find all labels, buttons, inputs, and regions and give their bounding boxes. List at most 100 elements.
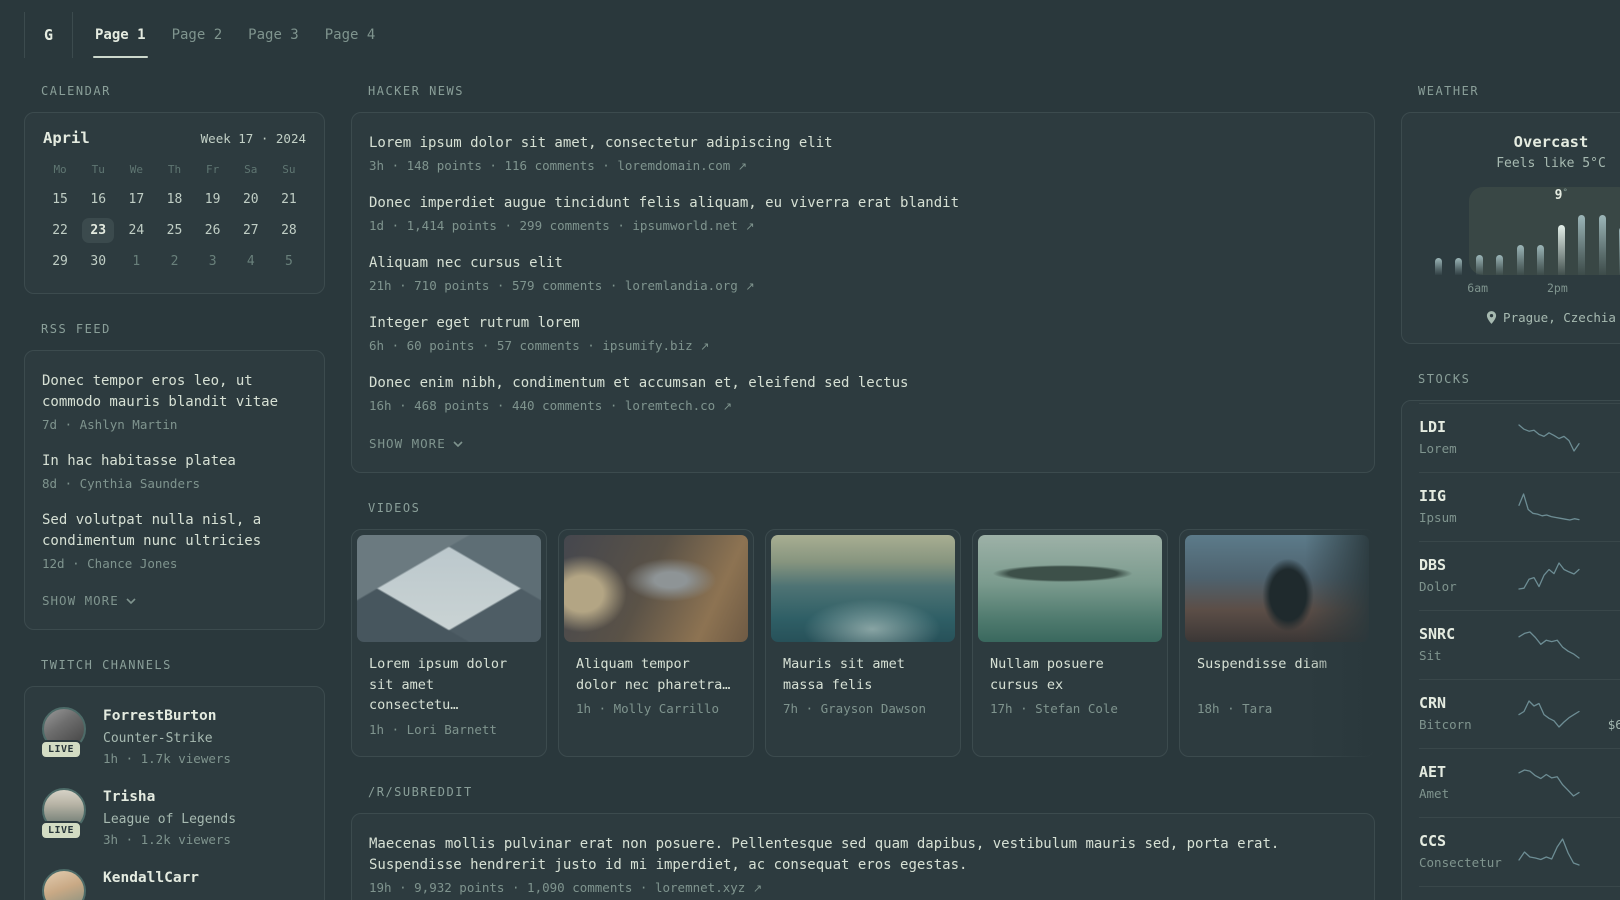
hackernews-item-domain[interactable]: ipsumify.biz: [602, 338, 692, 353]
calendar-day-cell: 5: [270, 246, 308, 277]
rss-item-title[interactable]: Sed volutpat nulla nisl, a condimentum n…: [42, 510, 307, 552]
stock-values: +0.51% $165.84: [1583, 832, 1620, 872]
rss-item-title[interactable]: Donec tempor eros leo, ut commodo mauris…: [42, 371, 307, 413]
hackernews-item-meta: 16h · 468 points · 440 comments · loremt…: [369, 396, 1357, 416]
external-link-icon: ↗: [722, 400, 732, 413]
stock-row[interactable]: LDI Lorem +4.35% $795.18: [1419, 403, 1620, 472]
page-tab[interactable]: Page 2: [170, 12, 225, 58]
page-tab[interactable]: Page 3: [246, 12, 301, 58]
stock-change: -1.00%: [1583, 694, 1620, 713]
stock-price: $156.28: [1583, 578, 1620, 596]
weather-feels-like: Feels like 5°C: [1496, 156, 1606, 171]
calendar-header: April Week 17 · 2024: [41, 129, 308, 147]
stock-row[interactable]: DBS Dolor +1.42% $156.28: [1419, 541, 1620, 610]
weekday-label: Tu: [91, 163, 105, 176]
page-tab-label: Page 4: [324, 27, 376, 43]
chevron-down-icon: [126, 597, 136, 604]
stocks-section-title: STOCKS: [1418, 372, 1471, 386]
videos-section-title: VIDEOS: [368, 501, 421, 515]
hackernews-widget: HACKER NEWS Lorem ipsum dolor sit amet, …: [351, 84, 1375, 473]
middle-column: HACKER NEWS Lorem ipsum dolor sit amet, …: [351, 84, 1375, 900]
weather-bar-column: [1449, 187, 1470, 275]
hackernews-item-domain[interactable]: ipsumworld.net: [632, 218, 737, 233]
stock-values: +1.36% $148.64: [1583, 625, 1620, 665]
hackernews-item-stats: 6h · 60 points · 57 comments ·: [369, 338, 595, 353]
page-tab-label: Page 3: [248, 27, 299, 43]
video-thumbnail: [1185, 535, 1369, 642]
stock-company: Sit: [1419, 648, 1442, 663]
subreddit-widget: /R/SUBREDDIT Maecenas mollis pulvinar er…: [351, 785, 1375, 900]
stock-sparkline: [1515, 699, 1583, 729]
hackernews-show-more-button[interactable]: SHOW MORE: [369, 436, 463, 451]
stock-values: +1.42% $156.28: [1583, 556, 1620, 596]
avatar-wrap: LIVE: [40, 707, 88, 759]
twitch-channel-list: LIVE ForrestBurton Counter-Strike 1h · 1…: [40, 707, 307, 900]
video-card[interactable]: Lorem ipsum dolor sit amet consectetu… 1…: [351, 529, 547, 757]
rss-item-title[interactable]: In hac habitasse platea: [42, 451, 307, 472]
weather-bar: [1516, 245, 1524, 275]
hackernews-item-title[interactable]: Donec enim nibh, condimentum et accumsan…: [369, 373, 1357, 394]
twitch-card: LIVE ForrestBurton Counter-Strike 1h · 1…: [24, 686, 325, 900]
calendar-day: 30: [90, 254, 107, 269]
hackernews-item-domain[interactable]: loremtech.co: [625, 398, 715, 413]
video-card[interactable]: Suspendisse diam 18h · Tara: [1179, 529, 1375, 757]
hackernews-item-title[interactable]: Integer eget rutrum lorem: [369, 313, 1357, 334]
reddit-post-title[interactable]: Maecenas mollis pulvinar erat non posuer…: [369, 834, 1357, 876]
twitch-channel-row[interactable]: LIVE Trisha League of Legends 3h · 1.2k …: [40, 788, 307, 849]
page-tab-label: Page 2: [171, 27, 223, 43]
external-link-icon: ↗: [745, 220, 755, 233]
hackernews-item-title[interactable]: Lorem ipsum dolor sit amet, consectetur …: [369, 133, 1357, 154]
channel-meta: 3h · 1.2k viewers: [103, 832, 231, 847]
stock-row[interactable]: CCS Consectetur +0.51% $165.84: [1419, 817, 1620, 886]
stock-id: CRN Bitcorn: [1419, 694, 1515, 734]
calendar-day: 2: [170, 254, 179, 269]
stocks-widget: STOCKS LDI Lorem +4.35% $795.18: [1401, 372, 1620, 900]
video-card[interactable]: Nullam posuere cursus ex 17h · Stefan Co…: [972, 529, 1168, 757]
hackernews-item: Lorem ipsum dolor sit amet, consectetur …: [369, 133, 1357, 176]
calendar-day: 20: [242, 192, 259, 207]
page-tab[interactable]: Page 4: [323, 12, 378, 58]
stock-row[interactable]: IIG Ipsum +2.84% $42.04: [1419, 472, 1620, 541]
hackernews-item-title[interactable]: Donec imperdiet augue tincidunt felis al…: [369, 193, 1357, 214]
stock-row[interactable]: SNRC Sit +1.36% $148.64: [1419, 610, 1620, 679]
stock-id: IIG Ipsum: [1419, 487, 1515, 527]
rss-widget: RSS FEED Donec tempor eros leo, ut commo…: [24, 322, 325, 630]
video-info: Lorem ipsum dolor sit amet consectetu… 1…: [357, 642, 541, 751]
external-link-icon: ↗: [752, 881, 763, 895]
stock-change: +2.84%: [1583, 487, 1620, 506]
weather-time-label: [1428, 281, 1448, 295]
weather-bars: [1428, 187, 1620, 275]
twitch-channel-row[interactable]: LIVE ForrestBurton Counter-Strike 1h · 1…: [40, 707, 307, 768]
weather-time-label: 2pm: [1546, 281, 1568, 295]
app-logo[interactable]: G: [24, 12, 73, 58]
hackernews-item-domain[interactable]: loremdomain.com: [617, 158, 730, 173]
video-meta: 1h · Molly Carrillo: [576, 701, 719, 716]
weather-condition: Overcast: [1513, 133, 1589, 151]
page-tab[interactable]: Page 1: [93, 12, 148, 58]
video-title: Nullam posuere cursus ex: [990, 656, 1104, 693]
hackernews-item: Donec enim nibh, condimentum et accumsan…: [369, 373, 1357, 416]
hackernews-item: Donec imperdiet augue tincidunt felis al…: [369, 193, 1357, 236]
video-card[interactable]: Aliquam tempor dolor nec pharetra… 1h · …: [558, 529, 754, 757]
rss-item: In hac habitasse platea 8d · Cynthia Sau…: [42, 451, 307, 493]
stock-row[interactable]: CRN Bitcorn -1.00% $66,171.48: [1419, 679, 1620, 748]
rss-show-more-button[interactable]: SHOW MORE: [42, 593, 136, 608]
weekday-label: Su: [282, 163, 296, 176]
reddit-post-domain[interactable]: loremnet.xyz: [655, 880, 745, 895]
weather-bar-column: [1572, 187, 1593, 275]
stock-row[interactable]: AET Amet +0.92% $499.72: [1419, 748, 1620, 817]
stock-row[interactable]: AHS +0.46%: [1419, 886, 1620, 900]
hackernews-item-domain[interactable]: loremlandia.org: [625, 278, 738, 293]
weather-bar: [1496, 255, 1504, 275]
stock-sparkline: [1515, 423, 1583, 453]
live-badge: LIVE: [40, 821, 83, 840]
hackernews-item-title[interactable]: Aliquam nec cursus elit: [369, 253, 1357, 274]
video-card[interactable]: Mauris sit amet massa felis 7h · Grayson…: [765, 529, 961, 757]
page-tabs: Page 1 Page 2 Page 3 Page 4: [93, 12, 399, 58]
twitch-channel-row[interactable]: KendallCarr: [42, 869, 307, 900]
calendar-day-cell: 16: [79, 184, 117, 215]
weather-time-label: [1448, 281, 1468, 295]
avatar-wrap: [42, 869, 88, 900]
rss-card: Donec tempor eros leo, ut commodo mauris…: [24, 350, 325, 630]
weather-bar-column: [1613, 187, 1620, 275]
